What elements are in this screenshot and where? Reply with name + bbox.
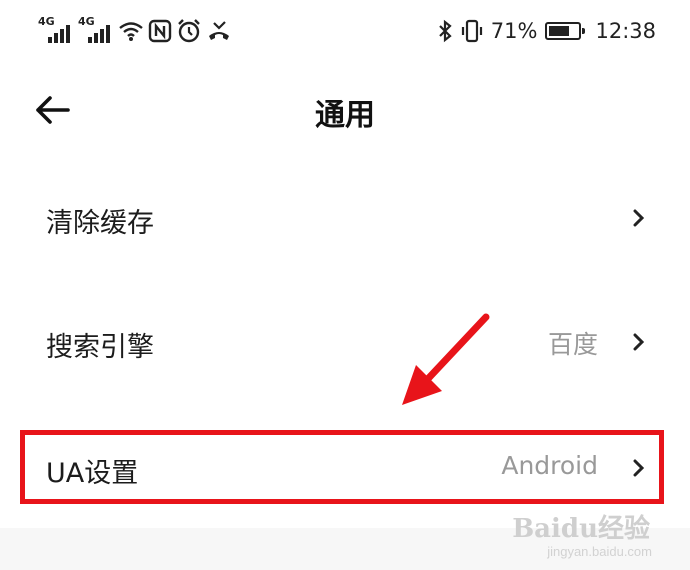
settings-item-label: UA设置 [46, 458, 139, 489]
watermark-logo: Baidu经验 [512, 514, 650, 544]
nav-bar: 通用 [0, 70, 690, 150]
settings-item-label: 清除缓存 [46, 208, 154, 239]
alarm-icon [176, 18, 202, 44]
settings-item-value: 百度 [547, 330, 598, 359]
chevron-right-icon [633, 459, 645, 477]
settings-item-clear-cache[interactable]: 清除缓存 [0, 158, 690, 278]
status-time: 12:38 [595, 19, 656, 43]
settings-item-label: 搜索引擎 [46, 332, 154, 363]
status-bar: 4G 4G 71% 12:38 [0, 0, 690, 64]
chevron-right-icon [633, 333, 645, 351]
page-title: 通用 [315, 98, 375, 133]
signal-4g-icon: 4G [38, 15, 74, 45]
settings-item-value: Android [501, 451, 598, 480]
battery-icon [545, 22, 586, 40]
vibrate-icon [461, 19, 483, 43]
watermark-url: jingyan.baidu.com [547, 544, 652, 559]
nfc-icon [148, 19, 172, 43]
settings-item-search-engine[interactable]: 搜索引擎 百度 [0, 282, 690, 402]
missed-call-icon [206, 19, 232, 43]
bluetooth-icon [437, 19, 453, 43]
status-icons-right: 71% 12:38 [437, 14, 656, 48]
battery-percent: 71% [490, 19, 538, 43]
wifi-icon [118, 20, 144, 42]
signal-4g-icon: 4G [78, 15, 114, 45]
status-icons-left: 4G 4G [38, 14, 232, 48]
chevron-right-icon [633, 209, 645, 227]
